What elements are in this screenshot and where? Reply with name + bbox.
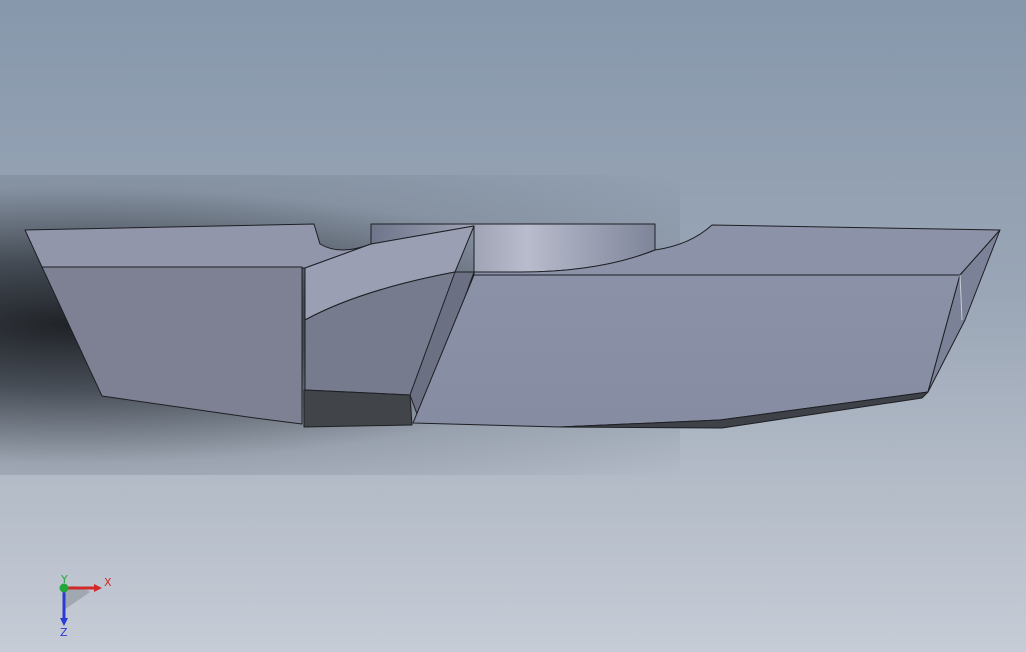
axis-triad: X Y Z: [59, 573, 112, 639]
z-axis-arrowhead: [60, 618, 68, 626]
part-model[interactable]: [0, 0, 1026, 652]
x-axis-arrowhead: [94, 584, 102, 592]
left-front-face: [41, 266, 303, 425]
graphics-viewport[interactable]: X Y Z: [0, 0, 1026, 652]
y-axis-label: Y: [60, 573, 68, 586]
left-top-face: [24, 223, 372, 269]
z-axis-label: Z: [60, 626, 68, 639]
notch-bottom-dark: [303, 389, 413, 428]
x-axis-label: X: [104, 576, 112, 589]
